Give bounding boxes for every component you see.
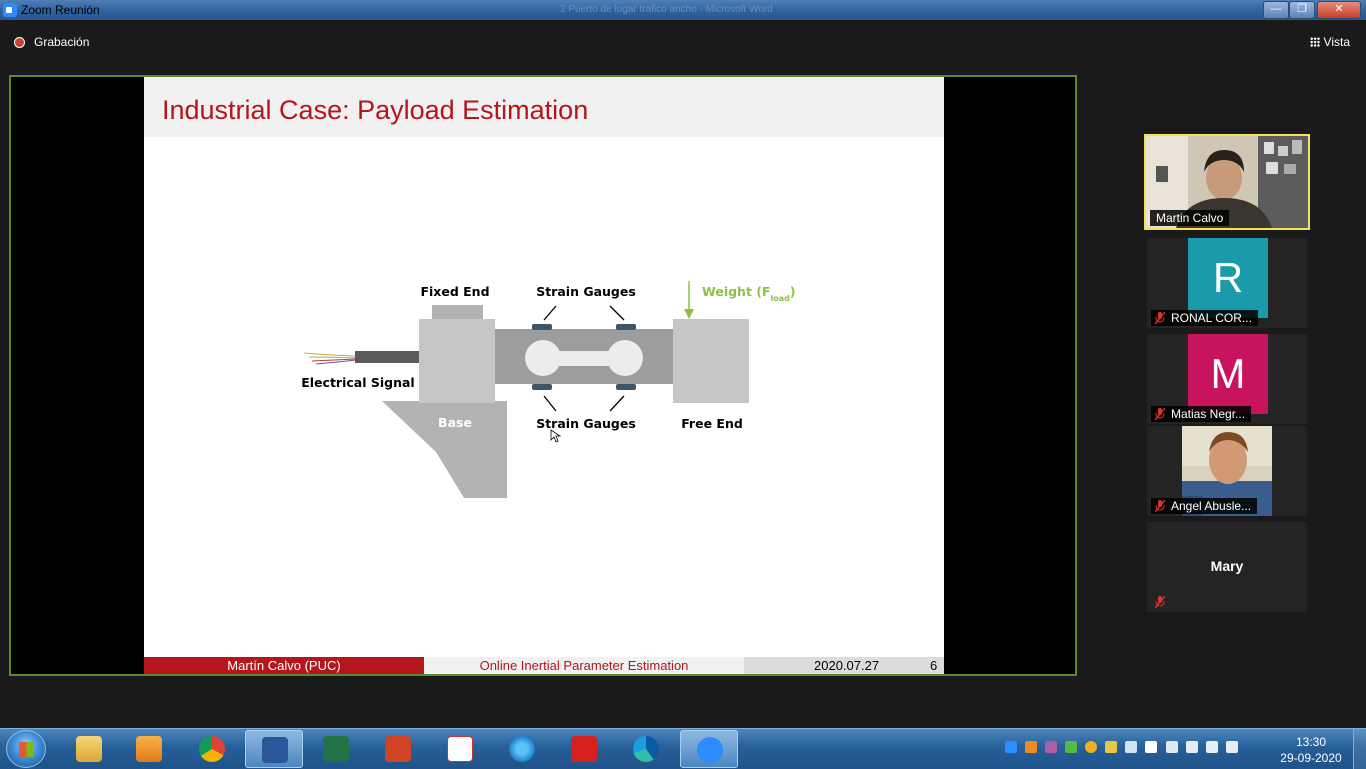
flag-icon[interactable] — [1225, 741, 1238, 753]
free-end-block — [673, 319, 749, 403]
tray-app-icon[interactable] — [1045, 741, 1058, 753]
media-player-icon — [136, 736, 162, 762]
acrobat-icon — [571, 736, 597, 762]
zoom-app-icon — [3, 3, 17, 17]
taskbar-acrobat[interactable] — [555, 730, 613, 768]
mouse-cursor-icon — [550, 429, 562, 443]
participant-name: Martin Calvo — [1150, 210, 1230, 226]
strain-gauges-top-label: Strain Gauges — [536, 284, 636, 299]
edge-icon — [633, 736, 659, 762]
taskbar-zoom[interactable] — [680, 730, 738, 768]
dropbox-icon[interactable] — [1145, 741, 1158, 753]
participant-name: RONAL COR... — [1171, 311, 1252, 325]
link-icon[interactable] — [1125, 741, 1138, 753]
chrome-icon — [199, 736, 225, 762]
participant-mute-status — [1151, 594, 1171, 610]
slide-footer: Martín Calvo (PUC) Online Inertial Param… — [144, 657, 944, 674]
participant-tile[interactable]: Angel Abusle... — [1147, 426, 1307, 516]
free-end-label: Free End — [681, 416, 743, 431]
footer-author: Martín Calvo (PUC) — [144, 657, 424, 674]
fixed-end-label: Fixed End — [420, 284, 489, 299]
device-icon[interactable] — [1165, 741, 1178, 753]
update-icon[interactable] — [1085, 741, 1098, 753]
meeting-topbar: Grabación Vista — [0, 20, 1366, 66]
taskbar-internet-explorer[interactable] — [493, 730, 551, 768]
shared-screen: Industrial Case: Payload Estimation Fixe… — [9, 75, 1077, 676]
weight-arrow — [684, 281, 694, 319]
participant-name: Mary — [1210, 558, 1244, 574]
powerpoint-icon — [385, 736, 411, 762]
internet-explorer-icon — [509, 736, 535, 762]
taskbar-scielo[interactable] — [431, 730, 489, 768]
footer-date: 2020.07.27 — [814, 658, 880, 673]
window-titlebar: Zoom Reunión 2 Puerto de lugar trafico a… — [0, 0, 1366, 20]
mic-muted-icon — [1155, 596, 1165, 608]
word-icon — [262, 737, 288, 763]
taskbar-word[interactable] — [245, 730, 303, 768]
taskbar-file-explorer[interactable] — [60, 730, 118, 768]
fixed-end-cap — [432, 305, 483, 319]
mic-muted-icon — [1155, 408, 1165, 420]
footer-page-number: 6 — [930, 658, 938, 673]
participant-name: Angel Abusle... — [1171, 499, 1252, 513]
clock-date: 29-09-2020 — [1280, 751, 1342, 765]
base-label: Base — [438, 415, 472, 430]
volume-icon[interactable] — [1205, 741, 1218, 753]
fixed-end-block — [419, 319, 495, 403]
footer-title: Online Inertial Parameter Estimation — [424, 657, 744, 674]
tray-app-icon[interactable] — [1025, 741, 1038, 753]
clock-time: 13:30 — [1295, 735, 1327, 749]
excel-icon — [323, 736, 349, 762]
system-clock[interactable]: 13:30 29-09-2020 — [1276, 734, 1346, 766]
participant-avatar: R — [1188, 238, 1268, 318]
background-window-title: 2 Puerto de lugar trafico ancho - Micros… — [560, 4, 773, 15]
restore-button[interactable]: ❐ — [1289, 1, 1315, 19]
close-button[interactable]: ✕ — [1317, 1, 1361, 19]
minimize-button[interactable]: — — [1263, 1, 1289, 19]
folder-icon — [76, 736, 102, 762]
recording-icon — [14, 37, 25, 48]
electrical-signal-label: Electrical Signal — [301, 375, 414, 390]
footer-date-block: 2020.07.27 6 — [744, 657, 944, 674]
participant-name-muted: Matias Negr... — [1151, 406, 1252, 422]
participant-name: Matias Negr... — [1171, 407, 1246, 421]
participant-avatar: M — [1188, 334, 1268, 414]
scielo-icon — [447, 736, 473, 762]
taskbar-chrome[interactable] — [183, 730, 241, 768]
security-icon[interactable] — [1105, 741, 1118, 753]
taskbar-powerpoint[interactable] — [369, 730, 427, 768]
participant-name-muted: RONAL COR... — [1151, 310, 1258, 326]
recording-label[interactable]: Grabación — [34, 35, 89, 49]
presentation-slide: Industrial Case: Payload Estimation Fixe… — [144, 77, 944, 674]
taskbar-edge[interactable] — [617, 730, 675, 768]
mic-muted-icon — [1155, 500, 1165, 512]
weight-label: Weight (Fload) — [702, 284, 796, 303]
signal-wires — [303, 351, 419, 365]
participant-tile-active-speaker[interactable]: Martin Calvo — [1144, 134, 1310, 230]
taskbar-media-player[interactable] — [120, 730, 178, 768]
load-cell-diagram: Fixed End Strain Gauges Weight (Fload) E… — [301, 281, 796, 498]
grid-icon — [1309, 37, 1320, 47]
strain-gauges-bottom-label: Strain Gauges — [536, 416, 636, 431]
tray-app-icon[interactable] — [1065, 741, 1078, 753]
mic-muted-icon — [1155, 312, 1165, 324]
zoom-icon — [697, 737, 723, 763]
network-signal-icon[interactable] — [1185, 741, 1198, 753]
system-tray — [1005, 741, 1243, 756]
taskbar-excel[interactable] — [307, 730, 365, 768]
windows-taskbar: 13:30 29-09-2020 — [0, 728, 1366, 769]
view-button[interactable]: Vista — [1309, 35, 1350, 49]
start-button[interactable] — [6, 730, 46, 768]
participant-name-muted: Angel Abusle... — [1151, 498, 1258, 514]
view-label: Vista — [1323, 35, 1350, 49]
participant-tile[interactable]: R RONAL COR... — [1147, 238, 1307, 328]
participant-tile[interactable]: M Matias Negr... — [1147, 334, 1307, 424]
signal-cable — [355, 351, 419, 363]
zoom-tray-icon[interactable] — [1005, 741, 1017, 753]
participant-tile[interactable]: Mary — [1147, 522, 1307, 612]
window-title: Zoom Reunión — [21, 3, 100, 17]
show-desktop-button[interactable] — [1353, 729, 1366, 769]
